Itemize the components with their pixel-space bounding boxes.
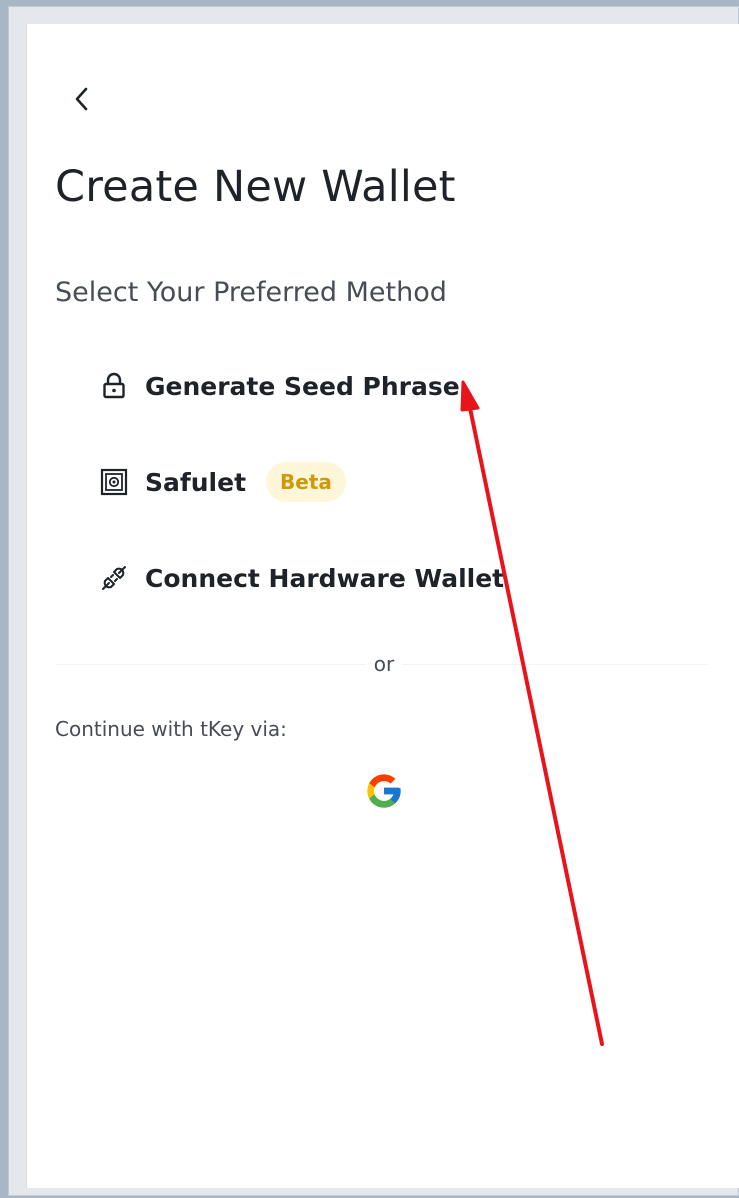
chevron-left-icon xyxy=(75,87,88,111)
method-heading: Select Your Preferred Method xyxy=(55,277,447,308)
google-login-button[interactable] xyxy=(363,770,405,812)
connect-hardware-wallet-option[interactable]: Connect Hardware Wallet xyxy=(99,558,504,598)
screenshot-frame: Create New Wallet Select Your Preferred … xyxy=(0,0,739,1198)
or-separator: or xyxy=(27,652,739,676)
connect-hardware-wallet-label: Connect Hardware Wallet xyxy=(145,563,505,593)
safulet-option[interactable]: Safulet Beta xyxy=(99,462,346,502)
page-title: Create New Wallet xyxy=(55,162,456,212)
or-text: or xyxy=(365,652,403,676)
generate-seed-phrase-option[interactable]: Generate Seed Phrase xyxy=(99,366,460,406)
beta-badge: Beta xyxy=(266,462,346,502)
safe-icon xyxy=(99,467,129,497)
google-icon xyxy=(367,774,401,808)
generate-seed-phrase-label: Generate Seed Phrase xyxy=(145,371,460,401)
tkey-label: Continue with tKey via: xyxy=(55,717,287,741)
browser-window: Create New Wallet Select Your Preferred … xyxy=(8,6,739,1196)
plug-icon xyxy=(99,563,129,593)
back-button[interactable] xyxy=(67,84,97,114)
lock-icon xyxy=(99,371,129,401)
safulet-label: Safulet xyxy=(145,467,247,497)
create-wallet-panel: Create New Wallet Select Your Preferred … xyxy=(26,24,739,1188)
